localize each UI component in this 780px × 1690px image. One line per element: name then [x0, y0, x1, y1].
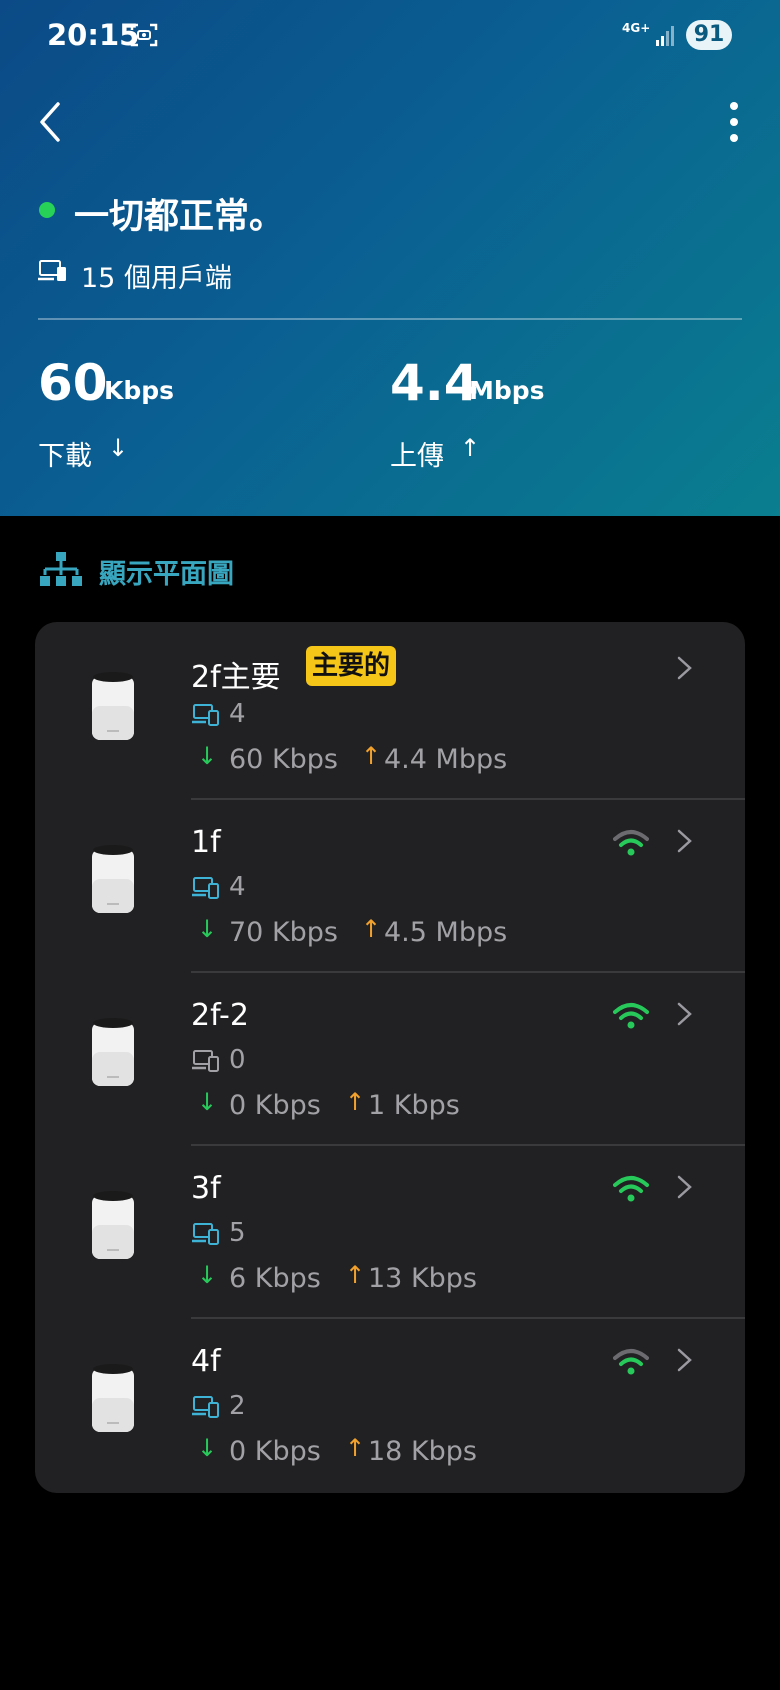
device-name: 3f	[191, 1171, 221, 1206]
download-arrow-icon: ↓	[197, 742, 218, 770]
device-row[interactable]: 1f 4 ↓ 70 Kbps ↑ 4.5 Mbps	[35, 795, 745, 973]
deco-device-icon	[90, 843, 136, 915]
screenshot-icon	[130, 22, 158, 48]
download-speed: 60 Kbps	[229, 744, 338, 775]
upload-arrow-icon: ↑	[345, 1434, 366, 1462]
battery-indicator: 91	[686, 20, 732, 50]
back-button[interactable]	[34, 96, 70, 148]
upload-arrow-icon: ↑	[345, 1088, 366, 1116]
signal-icon	[654, 24, 678, 48]
upload-speed: 4.4 Mbps	[384, 744, 508, 775]
chevron-right-icon[interactable]	[675, 652, 695, 684]
upload-arrow-icon: ↑	[361, 915, 382, 943]
download-speed: 0 Kbps	[229, 1436, 321, 1467]
wifi-signal-weak-icon	[613, 1348, 649, 1376]
download-speed: 6 Kbps	[229, 1263, 321, 1294]
download-arrow-icon: ↓	[108, 434, 129, 462]
main-device-badge: 主要的	[306, 646, 397, 686]
upload-speed-value: 4.4	[390, 354, 479, 412]
device-row[interactable]: 2f主要 主要的 4 ↓ 60 Kbps ↑ 4.4 Mbps	[35, 622, 745, 800]
chevron-right-icon[interactable]	[675, 998, 695, 1030]
upload-arrow-icon: ↑	[460, 434, 481, 462]
floorplan-icon[interactable]	[40, 552, 82, 588]
client-device-icon	[192, 703, 220, 727]
download-arrow-icon: ↓	[197, 1088, 218, 1116]
device-row[interactable]: 2f-2 0 ↓ 0 Kbps ↑ 1 Kbps	[35, 968, 745, 1146]
wifi-signal-weak-icon	[613, 829, 649, 857]
client-device-icon	[192, 1049, 220, 1073]
download-speed: 70 Kbps	[229, 917, 338, 948]
device-name: 2f-2	[191, 998, 249, 1033]
client-count: 4	[229, 872, 246, 902]
upload-label: 上傳	[390, 441, 444, 472]
status-dot	[39, 202, 55, 218]
show-floorplan-link[interactable]: 顯示平面圖	[99, 552, 234, 591]
upload-speed: 13 Kbps	[368, 1263, 477, 1294]
device-row[interactable]: 3f 5 ↓ 6 Kbps ↑ 13 Kbps	[35, 1141, 745, 1319]
upload-arrow-icon: ↑	[345, 1261, 366, 1289]
download-label: 下載	[38, 441, 92, 472]
status-bar: 20:15 4G+ 91	[0, 0, 780, 70]
download-arrow-icon: ↓	[197, 1434, 218, 1462]
network-type-label: 4G+	[622, 21, 651, 35]
download-speed: 0 Kbps	[229, 1090, 321, 1121]
device-name: 1f	[191, 825, 221, 860]
upload-speed: 4.5 Mbps	[384, 917, 508, 948]
client-count: 0	[229, 1045, 246, 1075]
device-list-card: 2f主要 主要的 4 ↓ 60 Kbps ↑ 4.4 Mbps 1f 4 ↓ 7…	[35, 622, 745, 1493]
upload-speed: 18 Kbps	[368, 1436, 477, 1467]
upload-speed-unit: Mbps	[469, 376, 545, 405]
status-time: 20:15	[47, 18, 140, 52]
more-options-button[interactable]	[716, 96, 752, 148]
network-status-text: 一切都正常。	[74, 197, 285, 237]
client-device-icon	[192, 1222, 220, 1246]
deco-device-icon	[90, 670, 136, 742]
deco-device-icon	[90, 1362, 136, 1434]
upload-arrow-icon: ↑	[361, 742, 382, 770]
chevron-right-icon[interactable]	[675, 1171, 695, 1203]
deco-device-icon	[90, 1016, 136, 1088]
clients-icon	[38, 259, 68, 283]
chevron-right-icon[interactable]	[675, 1344, 695, 1376]
deco-device-icon	[90, 1189, 136, 1261]
upload-speed: 1 Kbps	[368, 1090, 460, 1121]
download-arrow-icon: ↓	[197, 915, 218, 943]
client-device-icon	[192, 1395, 220, 1419]
header-panel: 20:15 4G+ 91 一切都正常。 15 個用戶端 60 Kbps 下載 ↓…	[0, 0, 780, 516]
header-divider	[38, 318, 742, 320]
chevron-right-icon[interactable]	[675, 825, 695, 857]
client-count: 2	[229, 1391, 246, 1421]
device-name: 4f	[191, 1344, 221, 1379]
device-name: 2f主要	[191, 660, 281, 695]
clients-count-text[interactable]: 15 個用戶端	[81, 256, 232, 295]
wifi-signal-strong-icon	[613, 1002, 649, 1030]
download-speed-unit: Kbps	[104, 376, 175, 405]
wifi-signal-strong-icon	[613, 1175, 649, 1203]
client-count: 4	[229, 699, 246, 729]
download-arrow-icon: ↓	[197, 1261, 218, 1289]
download-speed-value: 60	[38, 354, 108, 412]
device-row[interactable]: 4f 2 ↓ 0 Kbps ↑ 18 Kbps	[35, 1314, 745, 1487]
client-device-icon	[192, 876, 220, 900]
client-count: 5	[229, 1218, 246, 1248]
